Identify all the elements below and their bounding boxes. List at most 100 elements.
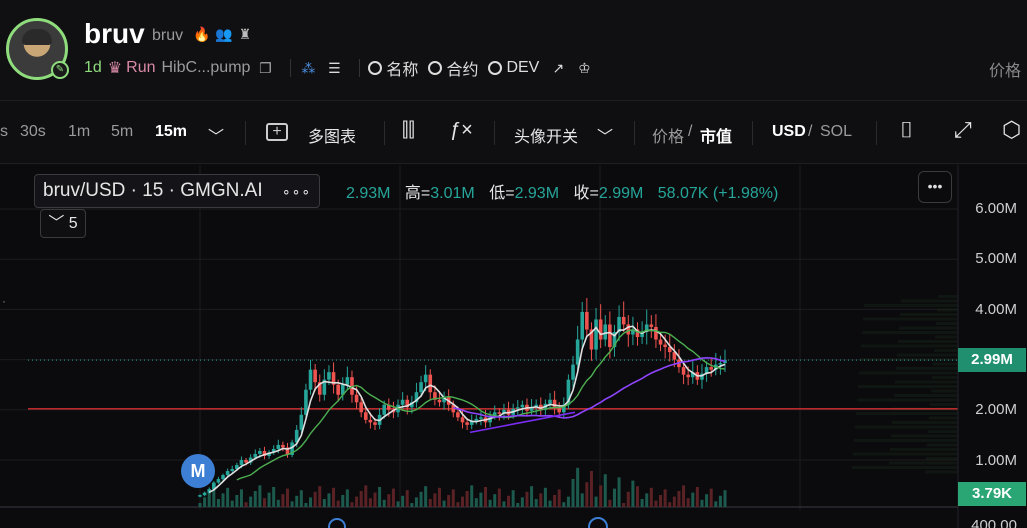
bundle-icon[interactable]: ⁂ xyxy=(299,59,317,77)
volume-bar xyxy=(373,492,377,507)
candle-body xyxy=(345,377,350,385)
chevron-down-icon[interactable]: ﹀ xyxy=(208,123,224,147)
depth-bar xyxy=(933,362,958,366)
volume-bar xyxy=(290,501,294,507)
price-toggle[interactable]: 价格 xyxy=(652,123,684,147)
camera-icon[interactable]: ⌷ xyxy=(900,117,913,143)
volume-bar xyxy=(511,490,515,507)
search-contract-link[interactable]: 合约 xyxy=(428,56,478,80)
settings-icon[interactable]: ⬡ xyxy=(1002,117,1021,143)
depth-bar xyxy=(892,421,958,424)
candle-body xyxy=(479,417,483,419)
legend-more-icon[interactable]: ∘∘∘ xyxy=(282,183,311,199)
volume-bar xyxy=(272,487,276,507)
axis-label-4m: 4.00M xyxy=(975,301,1017,318)
candle-body xyxy=(465,422,469,425)
indicator-count: 5 xyxy=(68,215,78,232)
candle-body xyxy=(456,412,460,418)
price-chart[interactable]: · bruv/USD · 15 · GMGN.AI ∘∘∘ 2.93M 高=3.… xyxy=(0,165,1027,528)
candle-body xyxy=(336,384,340,395)
search-dev-label: DEV xyxy=(506,59,540,76)
candle-body xyxy=(354,394,359,403)
candle-body xyxy=(686,374,690,378)
more-options-icon[interactable]: ••• xyxy=(918,171,952,203)
multi-chart-button[interactable]: 多图表 xyxy=(308,123,356,147)
token-meta-row: 1d ♛ Run HibC...pump ❐ ⁂ ☰ 名称 合约 DEV ↗ ♔ xyxy=(84,56,601,80)
chef-hat-icon: ♛ xyxy=(107,60,123,77)
copy-icon[interactable]: ❐ xyxy=(256,59,274,77)
add-indicator-button[interactable]: + xyxy=(266,123,288,141)
candle-body xyxy=(363,412,368,420)
volume-bar xyxy=(203,497,207,507)
volume-bar xyxy=(235,495,239,507)
volume-bar xyxy=(502,501,506,507)
volume-bar xyxy=(295,495,299,507)
candle-body xyxy=(244,460,248,463)
contract-address[interactable]: HibC...pump xyxy=(162,59,251,77)
candle-body xyxy=(428,374,433,393)
volume-bar xyxy=(488,499,492,507)
candle-body xyxy=(621,316,626,325)
candle-body xyxy=(253,453,258,458)
depth-bar xyxy=(862,331,958,334)
list-circle-icon[interactable]: ☰ xyxy=(325,59,343,77)
chart-toolbar: s 30s 1m 5m 15m ﹀ + 多图表 ⫿⫿ ƒ× 头像开关 ﹀ 价格 … xyxy=(0,100,1027,164)
volume-bar xyxy=(525,491,529,507)
flame-icon: 🔥 xyxy=(193,26,211,42)
volume-bar xyxy=(566,496,570,507)
cap-shape xyxy=(22,29,52,45)
volume-bar xyxy=(281,494,285,507)
volume-bar xyxy=(543,487,547,507)
fullscreen-icon[interactable]: ⤢ xyxy=(954,117,972,143)
candle-body xyxy=(308,369,313,390)
depth-bar xyxy=(927,443,958,447)
interval-1m[interactable]: 1m xyxy=(68,123,90,141)
search-dev-link[interactable]: DEV xyxy=(488,59,539,77)
interval-30s[interactable]: 30s xyxy=(20,123,46,141)
volume-bar xyxy=(410,503,414,507)
people-icon: 👥 xyxy=(215,26,233,42)
event-icon xyxy=(588,517,608,528)
volume-bar xyxy=(612,488,616,507)
token-badges: 🔥 👥 ♜ xyxy=(193,26,253,42)
indicator-collapse-button[interactable]: ﹀ 5 xyxy=(40,209,86,238)
external-link-icon[interactable]: ↗ xyxy=(549,59,567,77)
candlestick-chart[interactable]: · xyxy=(0,165,1027,528)
volume-bar xyxy=(695,487,699,507)
volume-bar xyxy=(649,487,653,507)
volume-bar xyxy=(230,500,234,507)
candle-body xyxy=(585,311,589,330)
candle-body xyxy=(520,404,525,408)
volume-bar xyxy=(253,491,257,507)
sol-toggle[interactable]: SOL xyxy=(820,123,852,141)
usd-toggle[interactable]: USD xyxy=(772,123,806,141)
chart-legend[interactable]: bruv/USD · 15 · GMGN.AI ∘∘∘ xyxy=(34,174,321,208)
function-icon[interactable]: ƒ× xyxy=(450,119,473,142)
volume-bar xyxy=(368,498,372,507)
volume-bar xyxy=(557,489,561,507)
edit-icon[interactable]: ✎ xyxy=(51,61,69,79)
token-symbol: bruv xyxy=(152,27,184,44)
divider xyxy=(494,121,495,145)
volume-bar xyxy=(318,486,322,507)
depth-bar xyxy=(895,380,958,384)
candle-body xyxy=(423,374,428,383)
avatar-toggle-button[interactable]: 头像开关 xyxy=(514,123,578,147)
crown-icon[interactable]: ♔ xyxy=(575,59,593,77)
depth-bar xyxy=(855,425,958,429)
chevron-down-icon[interactable]: ﹀ xyxy=(597,123,613,147)
volume-bar xyxy=(447,495,451,507)
volume-bar xyxy=(461,496,464,507)
volume-bar xyxy=(723,490,727,507)
interval-15m[interactable]: 15m xyxy=(155,123,187,141)
search-name-link[interactable]: 名称 xyxy=(368,56,418,80)
market-cap-toggle[interactable]: 市值 xyxy=(700,123,732,147)
volume-bar xyxy=(640,499,644,507)
migration-marker[interactable]: M xyxy=(181,454,215,488)
interval-5m[interactable]: 5m xyxy=(111,123,133,141)
volume-bar xyxy=(700,499,704,507)
volume-bar xyxy=(534,499,538,507)
token-avatar[interactable]: ✎ xyxy=(6,18,69,80)
interval-partial[interactable]: s xyxy=(0,123,8,141)
candles-icon[interactable]: ⫿⫿ xyxy=(402,119,415,142)
